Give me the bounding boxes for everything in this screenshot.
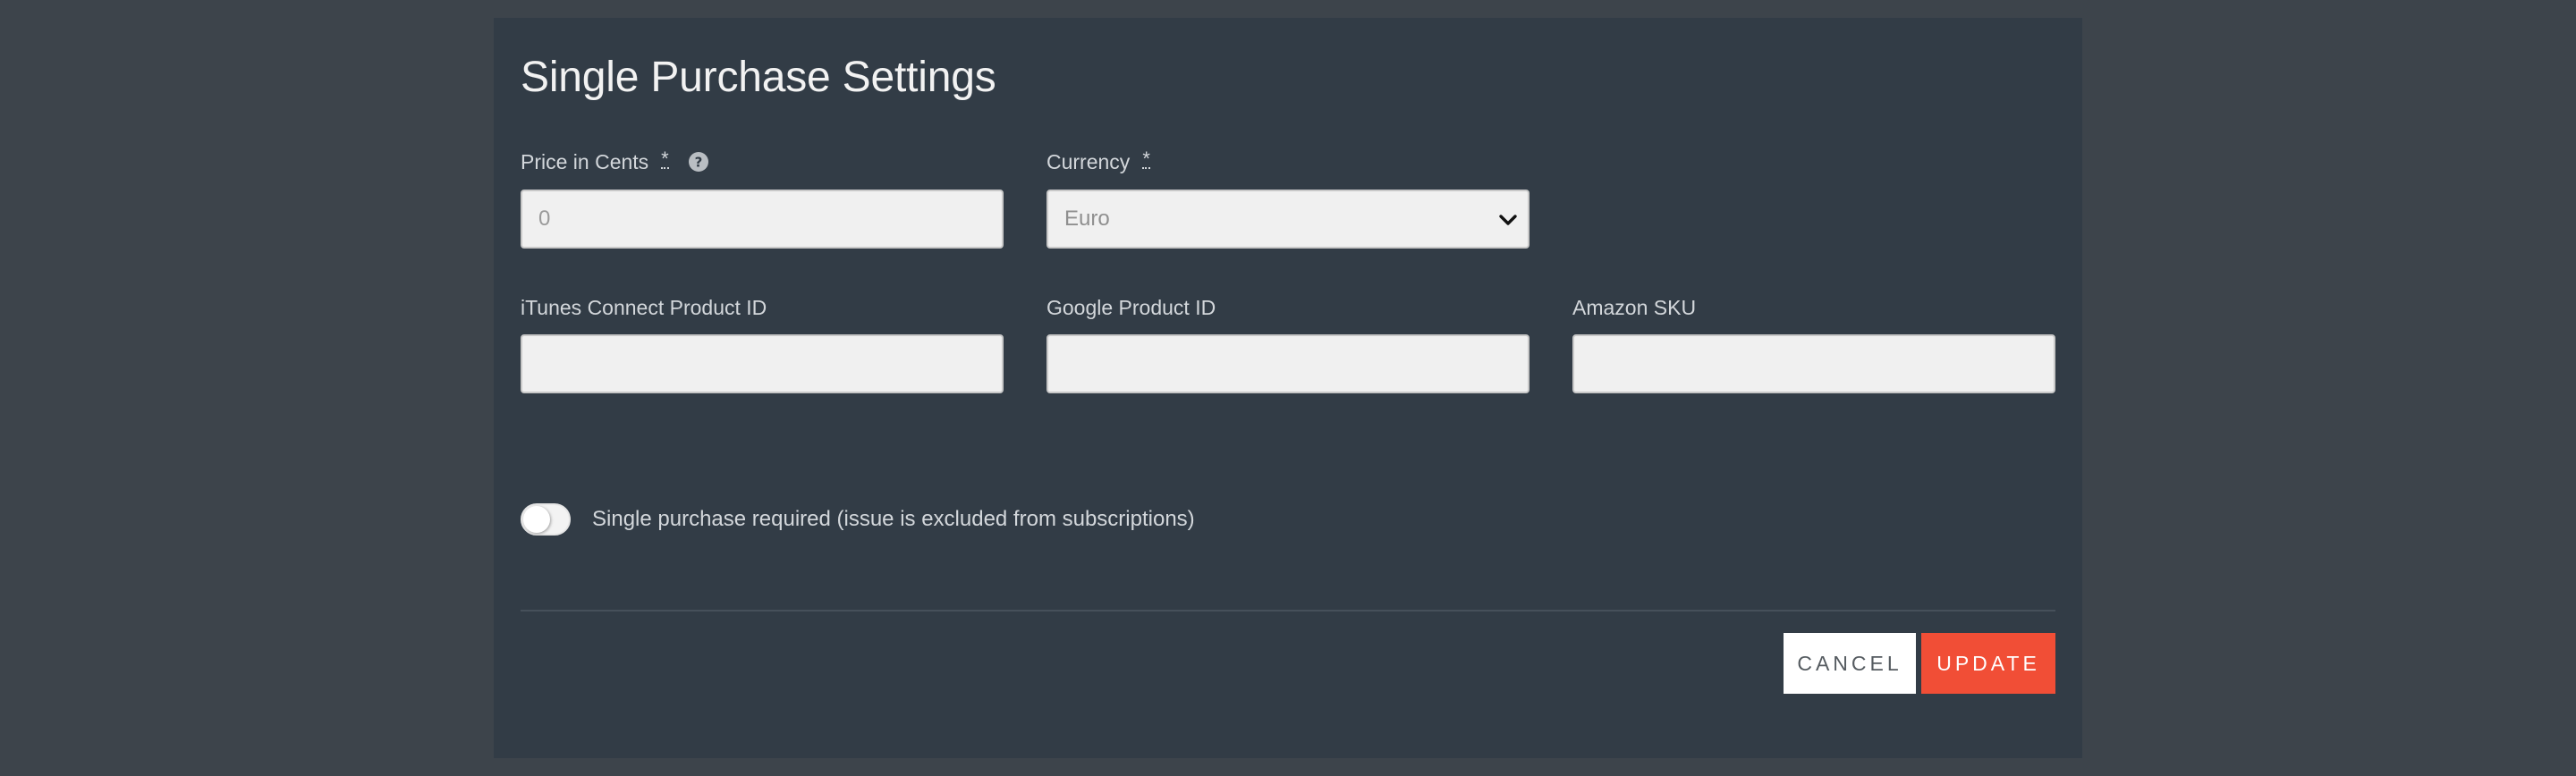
single-purchase-required-toggle[interactable]: [521, 503, 571, 536]
google-product-id-input[interactable]: [1046, 334, 1530, 393]
currency-required-marker: *: [1142, 148, 1150, 170]
currency-select[interactable]: Euro: [1046, 190, 1530, 249]
google-field-label: Google Product ID: [1046, 296, 1216, 319]
price-in-cents-input[interactable]: [521, 190, 1004, 249]
single-purchase-required-label: Single purchase required (issue is exclu…: [592, 507, 1195, 531]
currency-field-label: Currency *: [1046, 149, 1150, 174]
single-purchase-settings-modal: Single Purchase Settings Price in Cents *…: [494, 18, 2082, 758]
footer-divider: [521, 610, 2055, 612]
itunes-product-id-input[interactable]: [521, 334, 1004, 393]
currency-label-text: Currency: [1046, 150, 1131, 173]
amazon-sku-input[interactable]: [1572, 334, 2055, 393]
help-icon[interactable]: ?: [688, 152, 708, 172]
cancel-button[interactable]: CANCEL: [1784, 633, 1916, 694]
modal-title: Single Purchase Settings: [521, 54, 996, 101]
price-field-label: Price in Cents * ?: [521, 149, 708, 174]
update-button[interactable]: UPDATE: [1921, 633, 2055, 694]
price-required-marker: *: [661, 148, 669, 170]
itunes-field-label: iTunes Connect Product ID: [521, 296, 767, 319]
svg-text:?: ?: [694, 155, 702, 171]
chevron-down-icon: [1499, 215, 1517, 225]
amazon-field-label: Amazon SKU: [1572, 296, 1697, 319]
currency-selected-value: Euro: [1064, 207, 1110, 231]
toggle-knob: [523, 506, 550, 533]
price-label-text: Price in Cents: [521, 150, 649, 173]
